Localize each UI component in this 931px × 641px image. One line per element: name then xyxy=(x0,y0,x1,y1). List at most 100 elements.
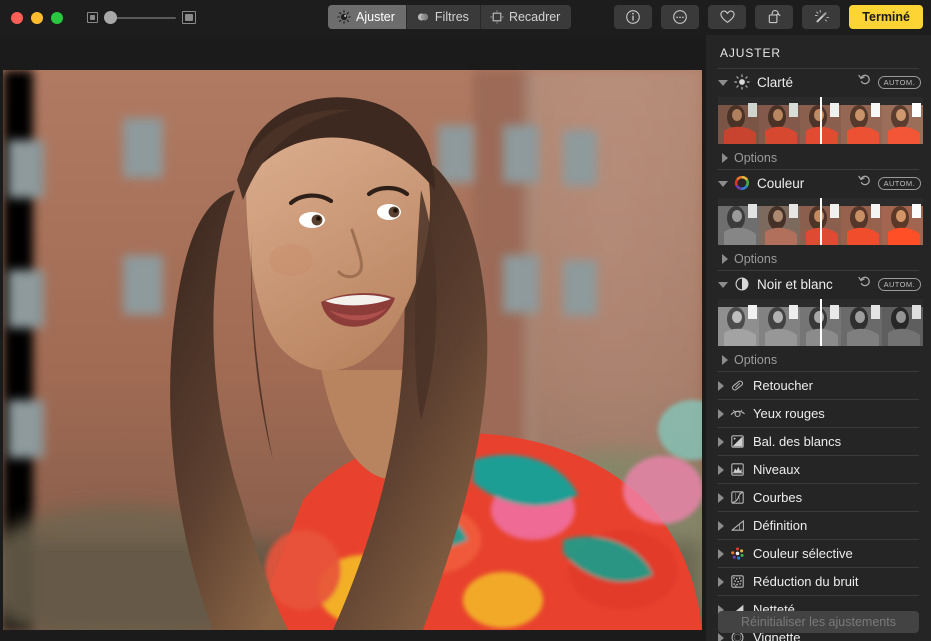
thumbnail[interactable] xyxy=(882,198,923,245)
chevron-right-icon[interactable] xyxy=(718,633,724,641)
chevron-down-icon[interactable] xyxy=(718,80,728,86)
sidebar-item-couleur-selective[interactable]: Couleur sélective xyxy=(716,540,921,567)
reset-arrow-icon[interactable] xyxy=(858,73,871,91)
sidebar-item-definition[interactable]: Définition xyxy=(716,512,921,539)
auto-badge-noir-et-blanc[interactable]: AUTOM. xyxy=(878,278,921,291)
strip-selection-marker[interactable] xyxy=(820,198,822,245)
thumbnail[interactable] xyxy=(759,299,800,346)
thumbnail[interactable] xyxy=(718,299,759,346)
tab-recadrer[interactable]: Recadrer xyxy=(481,5,571,29)
chevron-right-icon[interactable] xyxy=(722,254,728,264)
maximize-button[interactable] xyxy=(51,12,63,24)
section-couleur-label: Couleur xyxy=(757,176,858,191)
rotate-icon xyxy=(766,9,783,25)
selective-color-icon xyxy=(729,545,746,562)
reset-arrow-icon[interactable] xyxy=(858,275,871,293)
tab-ajuster[interactable]: Ajuster xyxy=(328,5,407,29)
info-icon xyxy=(625,9,641,25)
tab-recadrer-label: Recadrer xyxy=(509,10,560,24)
chevron-right-icon[interactable] xyxy=(718,465,724,475)
sidebar-item-reduction-du-bruit[interactable]: Réduction du bruit xyxy=(716,568,921,595)
auto-enhance-button[interactable] xyxy=(802,5,840,29)
auto-badge-clarte[interactable]: AUTOM. xyxy=(878,76,921,89)
section-couleur[interactable]: Couleur AUTOM. xyxy=(716,170,921,196)
noir-et-blanc-options-row[interactable]: Options xyxy=(716,349,921,371)
minimize-button[interactable] xyxy=(31,12,43,24)
strip-selection-marker[interactable] xyxy=(820,299,822,346)
chevron-right-icon[interactable] xyxy=(722,153,728,163)
sidebar-item-yeux-rouges-label: Yeux rouges xyxy=(753,406,825,421)
chevron-down-icon[interactable] xyxy=(718,282,728,288)
sidebar-item-retoucher-label: Retoucher xyxy=(753,378,813,393)
tab-filtres[interactable]: Filtres xyxy=(407,5,481,29)
thumbnail[interactable] xyxy=(718,97,759,144)
levels-icon xyxy=(729,461,746,478)
thumbnail[interactable] xyxy=(841,198,882,245)
chevron-right-icon[interactable] xyxy=(718,409,724,419)
sidebar-item-niveaux-label: Niveaux xyxy=(753,462,800,477)
chevron-right-icon[interactable] xyxy=(718,381,724,391)
info-button[interactable] xyxy=(614,5,652,29)
tab-filtres-label: Filtres xyxy=(435,10,469,24)
couleur-thumbnail-strip[interactable] xyxy=(718,198,923,245)
done-button[interactable]: Terminé xyxy=(849,5,923,29)
section-clarte[interactable]: Clarté AUTOM. xyxy=(716,69,921,95)
section-noir-et-blanc[interactable]: Noir et blanc AUTOM. xyxy=(716,271,921,297)
tab-ajuster-label: Ajuster xyxy=(356,10,395,24)
toolbar: Ajuster Filtres Recadrer xyxy=(0,0,931,35)
zoom-slider-control[interactable] xyxy=(87,11,196,25)
sidebar-item-bal-des-blancs-label: Bal. des blancs xyxy=(753,434,841,449)
zoom-slider[interactable] xyxy=(104,11,176,25)
chevron-right-icon[interactable] xyxy=(718,437,724,447)
bandage-icon xyxy=(729,377,746,394)
section-clarte-label: Clarté xyxy=(757,75,858,90)
sidebar-title: AJUSTER xyxy=(716,35,921,68)
window-controls xyxy=(11,12,63,24)
rotate-button[interactable] xyxy=(755,5,793,29)
noir-et-blanc-options-label: Options xyxy=(734,353,777,367)
more-options-button[interactable] xyxy=(661,5,699,29)
sidebar-item-courbes[interactable]: Courbes xyxy=(716,484,921,511)
edit-mode-segmented-control[interactable]: Ajuster Filtres Recadrer xyxy=(328,5,571,29)
chevron-right-icon[interactable] xyxy=(718,577,724,587)
slider-knob[interactable] xyxy=(104,11,117,24)
clarte-thumbnail-strip[interactable] xyxy=(718,97,923,144)
clarte-options-row[interactable]: Options xyxy=(716,147,921,169)
noise-reduction-icon xyxy=(729,573,746,590)
color-wheel-icon xyxy=(733,175,750,192)
thumbnail[interactable] xyxy=(841,299,882,346)
sidebar-item-courbes-label: Courbes xyxy=(753,490,802,505)
chevron-down-icon[interactable] xyxy=(718,181,728,187)
strip-selection-marker[interactable] xyxy=(820,97,822,144)
chevron-right-icon[interactable] xyxy=(722,355,728,365)
reset-adjustments-button[interactable]: Réinitialiser les ajustements xyxy=(718,611,919,633)
small-photo-icon xyxy=(87,12,98,23)
curves-icon xyxy=(729,489,746,506)
edited-photo[interactable] xyxy=(3,70,702,630)
white-balance-icon xyxy=(729,433,746,450)
sidebar-item-bal-des-blancs[interactable]: Bal. des blancs xyxy=(716,428,921,455)
heart-icon xyxy=(719,9,736,25)
thumbnail[interactable] xyxy=(882,299,923,346)
sidebar-item-yeux-rouges[interactable]: Yeux rouges xyxy=(716,400,921,427)
eye-icon xyxy=(729,405,746,422)
thumbnail[interactable] xyxy=(841,97,882,144)
filters-icon xyxy=(416,10,430,24)
sidebar-item-retoucher[interactable]: Retoucher xyxy=(716,372,921,399)
thumbnail[interactable] xyxy=(718,198,759,245)
close-button[interactable] xyxy=(11,12,23,24)
reset-arrow-icon[interactable] xyxy=(858,174,871,192)
auto-badge-couleur[interactable]: AUTOM. xyxy=(878,177,921,190)
couleur-options-row[interactable]: Options xyxy=(716,248,921,270)
large-photo-icon xyxy=(182,11,196,24)
section-noir-et-blanc-label: Noir et blanc xyxy=(757,277,858,292)
chevron-right-icon[interactable] xyxy=(718,521,724,531)
thumbnail[interactable] xyxy=(759,97,800,144)
thumbnail[interactable] xyxy=(759,198,800,245)
sidebar-item-niveaux[interactable]: Niveaux xyxy=(716,456,921,483)
thumbnail[interactable] xyxy=(882,97,923,144)
chevron-right-icon[interactable] xyxy=(718,493,724,503)
noir-et-blanc-thumbnail-strip[interactable] xyxy=(718,299,923,346)
chevron-right-icon[interactable] xyxy=(718,549,724,559)
favorite-button[interactable] xyxy=(708,5,746,29)
